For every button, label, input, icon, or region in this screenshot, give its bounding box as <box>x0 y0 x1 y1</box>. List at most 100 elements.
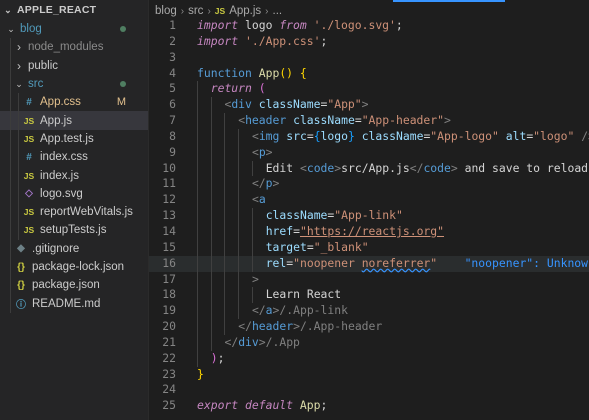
indent-guide <box>210 113 212 129</box>
code-line[interactable]: 1 import logo from './logo.svg'; <box>149 18 589 34</box>
indent-guide <box>10 184 11 203</box>
code-token: className <box>361 128 424 143</box>
code-line[interactable]: 23} <box>149 367 589 383</box>
code-token: div <box>238 334 259 349</box>
code-line[interactable]: 19 </a>/.App-link <box>149 303 589 320</box>
code-token: "_blank" <box>313 239 369 254</box>
code-line[interactable]: 12 <a <box>149 192 589 209</box>
code-line[interactable]: 16 rel="noopener noreferrer" "noopener": … <box>149 255 589 272</box>
code-token: import <box>197 33 239 48</box>
code-text: function App() { <box>197 66 307 82</box>
explorer-root-header[interactable]: ⌄ APPLE_REACT <box>0 0 148 20</box>
tree-file-app-css[interactable]: # App.css M <box>0 93 148 112</box>
code-line[interactable]: 6 <div className="App"> <box>149 97 589 114</box>
tree-file-reportwebvitals-js[interactable]: JS reportWebVitals.js <box>0 202 148 222</box>
code-token: ; <box>217 350 225 365</box>
code-line[interactable]: 8 <img src={logo} className="App-logo" al… <box>149 128 589 145</box>
code-line[interactable]: 5 return ( <box>149 81 589 98</box>
code-line[interactable]: 13 className="App-link" <box>149 208 589 224</box>
tree-file-index-js[interactable]: JS index.js <box>0 166 148 185</box>
code-token: import <box>197 18 239 32</box>
tree-file-app-js[interactable]: JS App.js <box>0 111 148 130</box>
git-status-dot <box>120 26 126 32</box>
code-line[interactable]: 2 import './App.css'; <box>149 34 589 50</box>
code-line[interactable]: 21 </div>/.App <box>149 334 589 351</box>
indent-guide <box>18 111 19 130</box>
indent-guide <box>238 192 240 209</box>
indent-guide <box>251 255 253 272</box>
indent-guide <box>18 166 19 185</box>
code-token: export <box>197 398 239 413</box>
code-editor[interactable]: blog › src › JS App.js › ... 1 import log… <box>149 0 589 420</box>
code-token: > <box>450 160 458 175</box>
indent-guide <box>238 176 240 193</box>
code-token: { <box>299 65 307 80</box>
breadcrumb-item-more[interactable]: ... <box>273 5 283 17</box>
code-line[interactable]: 10 Edit <code>src/App.js</code> and save … <box>149 160 589 177</box>
code-token: } <box>197 366 204 381</box>
code-line[interactable]: 15 target="_blank" <box>149 239 589 256</box>
line-number: 15 <box>162 239 176 254</box>
breadcrumb-item-src[interactable]: src <box>188 5 203 17</box>
tree-file-app-test-js[interactable]: JS App.test.js <box>0 129 148 149</box>
code-line[interactable]: 4 function App() { <box>149 66 589 82</box>
code-line[interactable]: 3 <box>149 50 589 66</box>
code-token: </ <box>224 334 239 349</box>
chevron-down-icon: ⌄ <box>7 23 15 34</box>
code-token: App <box>258 65 280 80</box>
code-area[interactable]: 1 import logo from './logo.svg'; 2 import '… <box>149 18 589 414</box>
code-line[interactable]: 22); <box>149 350 589 367</box>
tree-folder-public[interactable]: › public <box>0 56 148 75</box>
git-modified-badge: M <box>116 96 126 109</box>
indent-guide <box>224 192 226 209</box>
code-token: /.App <box>265 334 300 349</box>
tree-file-index-css[interactable]: # index.css <box>0 148 148 167</box>
indent-guide <box>10 166 11 185</box>
line-number: 8 <box>169 128 176 143</box>
code-token: from <box>279 18 307 32</box>
breadcrumb-item-file[interactable]: App.js <box>229 5 261 17</box>
code-line[interactable]: 25 export default App; <box>149 398 589 414</box>
code-token: /.App-header <box>299 319 383 334</box>
breadcrumb-item-blog[interactable]: blog <box>155 5 177 17</box>
tree-file-package-lock-json[interactable]: {} package-lock.json <box>0 257 148 277</box>
code-token: > <box>258 334 266 349</box>
tree-file-gitignore[interactable]: ◆ .gitignore <box>0 239 148 258</box>
explorer-sidebar: ⌄ APPLE_REACT ⌄ blog › node_modules › public ⌄… <box>0 0 149 420</box>
code-line[interactable]: 17 > <box>149 271 589 288</box>
indent-guide <box>10 129 11 149</box>
indent-guide <box>251 239 253 256</box>
indent-guide <box>10 148 11 167</box>
code-token: App <box>299 398 321 413</box>
line-number: 2 <box>169 33 176 48</box>
code-line[interactable]: 9 <p> <box>149 144 589 161</box>
tree-folder-blog[interactable]: ⌄ blog <box>0 20 148 38</box>
code-line[interactable]: 18 Learn React <box>149 287 589 304</box>
code-line[interactable]: 11 </p> <box>149 176 589 193</box>
code-line[interactable]: 20 </header>/.App-header <box>149 319 589 335</box>
code-token: </ <box>251 303 266 318</box>
code-line[interactable]: 24 <box>149 382 589 398</box>
tree-file-readme-md[interactable]: ⓘ README.md <box>0 294 148 313</box>
code-token: ( <box>258 81 266 96</box>
indent-guide <box>224 144 226 161</box>
indent-guide <box>210 97 212 114</box>
tree-folder-node-modules[interactable]: › node_modules <box>0 38 148 57</box>
code-token: "noopener <box>293 255 362 270</box>
indent-guide <box>224 255 226 272</box>
indent-guide <box>210 223 212 240</box>
indent-guide <box>197 81 198 98</box>
code-line[interactable]: 7 <header className="App-header"> <box>149 113 589 129</box>
tree-file-setuptests-js[interactable]: JS setupTests.js <box>0 221 148 240</box>
tree-file-package-json[interactable]: {} package.json <box>0 276 148 295</box>
code-token: header <box>245 113 287 128</box>
json-file-icon: {} <box>17 279 25 291</box>
code-line[interactable]: 14 href="https://reactjs.org" <box>149 223 589 240</box>
tree-item-label: App.js <box>40 114 72 127</box>
code-token: "https://reactjs.org" <box>299 223 444 238</box>
code-token: Edit <box>265 160 300 175</box>
tree-file-logo-svg[interactable]: ◇ logo.svg <box>0 184 148 203</box>
code-token: a <box>258 192 266 207</box>
tree-folder-src[interactable]: ⌄ src <box>0 74 148 94</box>
